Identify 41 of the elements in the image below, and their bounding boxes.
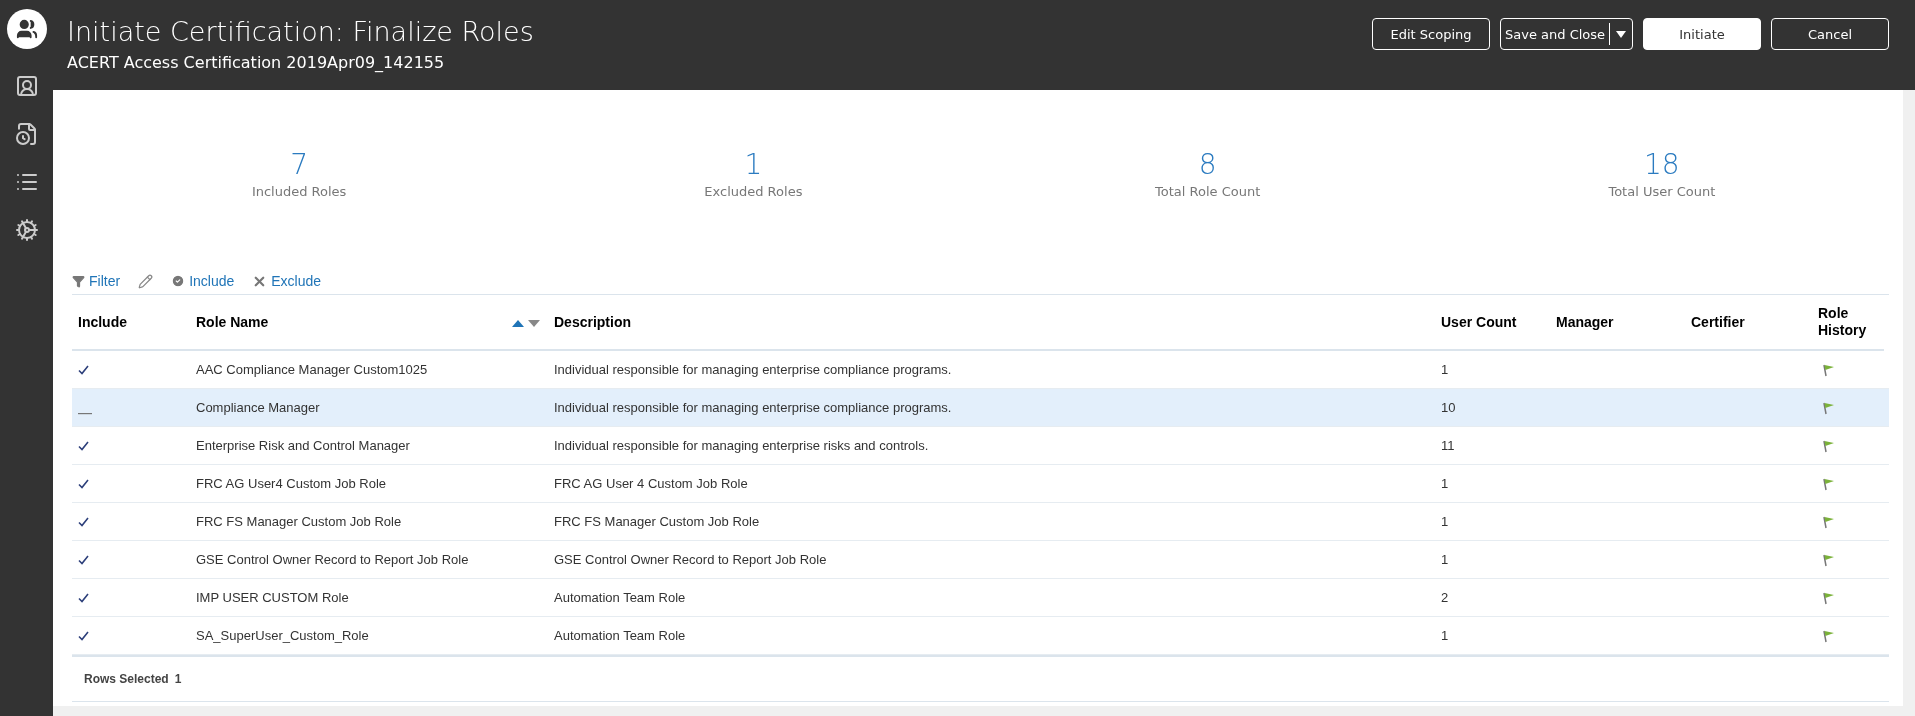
header-button[interactable]: Edit Scoping [1372,18,1490,50]
stat-value: 18 [1644,150,1680,180]
check-circle-icon [171,274,186,288]
sort-ascending-icon[interactable] [512,320,524,327]
stat-label: Total Role Count [1155,184,1261,199]
column-header[interactable]: Role Name [190,314,275,330]
stat-label: Included Roles [251,184,347,199]
stat-label: Excluded Roles [704,184,803,199]
flag-icon[interactable] [1822,438,1836,453]
header-button[interactable]: Cancel [1771,18,1889,50]
filter-icon [72,274,85,288]
stat-label: Total User Count [1608,184,1716,199]
flag-icon[interactable] [1822,514,1836,529]
table-cell: Compliance Manager [190,389,548,427]
filter-button[interactable]: Filter [72,273,121,289]
save-and-close-split-button[interactable]: Save and Close [1500,18,1633,50]
flag-icon[interactable] [1822,476,1836,491]
flag-icon[interactable] [1822,400,1836,415]
flag-icon[interactable] [1822,552,1836,567]
app-logo[interactable] [6,9,47,49]
gears-icon[interactable] [13,217,40,243]
initiate-button[interactable]: Initiate [1643,18,1761,50]
edit-button[interactable] [138,273,154,289]
pencil-icon [138,273,154,289]
page-title: Initiate Certification: Finalize Roles [67,15,534,49]
stat-value: 7 [290,150,309,180]
table-cell: Individual responsible for managing enterprise compliance programs. [548,389,1435,427]
include-button[interactable]: Include [171,273,235,289]
caret-icon [1616,30,1626,38]
stat-value: 1 [744,150,763,180]
table-cell: 10 [1435,389,1550,427]
flag-icon[interactable] [1822,590,1836,605]
footer-label: Rows Selected [84,672,169,686]
flag-icon[interactable] [1822,628,1836,643]
sort-descending-icon[interactable] [528,320,540,327]
exclude-button[interactable]: Exclude [252,273,322,289]
page-subtitle: ACERT Access Certification 2019Apr09_142155 [67,52,446,74]
stat-value: 8 [1198,150,1217,180]
save-and-close-button[interactable]: Save and Close [1501,23,1611,45]
footer-value: 1 [174,672,182,686]
flag-icon[interactable] [1822,362,1836,377]
